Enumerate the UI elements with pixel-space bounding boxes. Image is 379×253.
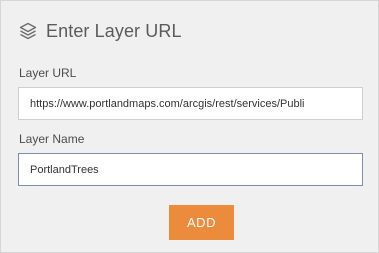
panel-header: Enter Layer URL — [18, 19, 182, 43]
layer-name-input[interactable] — [18, 153, 363, 186]
add-button[interactable]: ADD — [169, 205, 234, 240]
layer-url-input[interactable] — [18, 87, 363, 120]
layers-icon — [18, 21, 38, 41]
layer-url-label: Layer URL — [19, 66, 77, 80]
panel-title: Enter Layer URL — [46, 20, 182, 41]
layer-name-label: Layer Name — [19, 132, 85, 146]
enter-layer-url-panel: Enter Layer URL Layer URL Layer Name ADD — [0, 0, 379, 253]
